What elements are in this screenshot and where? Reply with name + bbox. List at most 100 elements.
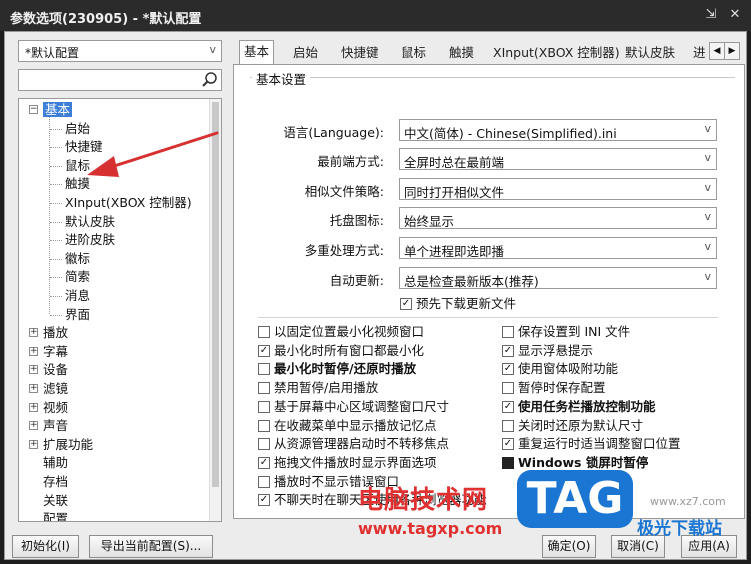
checkbox-box[interactable] [502, 382, 514, 395]
tab-2[interactable]: 快捷键 [337, 42, 383, 64]
scroll-thumb[interactable] [212, 102, 219, 487]
tree-item-label: 滤镜 [43, 381, 69, 396]
tree-scrollbar[interactable] [209, 99, 221, 521]
option-label: 显示浮悬提示 [518, 342, 594, 358]
tab-0[interactable]: 基本 [239, 40, 275, 65]
checkmark-icon[interactable]: ✓ [502, 363, 514, 376]
tree-item-child[interactable]: XInput(XBOX 控制器) [65, 194, 192, 212]
tab-strip: ◀ ▶ 基本 启始 快捷键 鼠标 触摸 XInput(XBOX 控制器) 默认皮肤进 [233, 40, 745, 65]
tree-item-leaf[interactable]: 存档 [43, 473, 68, 491]
tab-5[interactable]: XInput(XBOX 控制器) [489, 42, 624, 64]
tab-4[interactable]: 触摸 [445, 42, 478, 64]
setting-dropdown[interactable]: 同时打开相似文件 v [399, 178, 717, 200]
export-config-button[interactable]: 导出当前配置(S)... [89, 535, 213, 558]
setting-dropdown[interactable]: 总是检查最新版本(推荐) v [399, 267, 717, 289]
setting-label: 语言(Language): [283, 125, 384, 140]
checkbox-box[interactable] [258, 475, 270, 488]
tree-item-leaf[interactable]: 辅助 [43, 454, 68, 472]
tree-item-child[interactable]: 鼠标 [65, 157, 90, 175]
option-label: 保存设置到 INI 文件 [518, 324, 631, 339]
option-label: 拖拽文件播放时显示界面选项 [274, 454, 437, 470]
setting-dropdown[interactable]: 单个进程即选即播 v [399, 237, 717, 259]
tree-item-child[interactable]: 触摸 [65, 175, 90, 193]
tab-right-icon[interactable]: ▶ [724, 42, 740, 60]
checkmark-icon[interactable]: ✓ [258, 344, 270, 357]
checkbox-box[interactable] [258, 382, 270, 395]
tree-item-child[interactable]: 界面 [65, 306, 90, 324]
setting-label: 多重处理方式: [304, 243, 384, 258]
checkmark-icon[interactable]: ✓ [502, 344, 514, 357]
title-bar: 参数选项(230905) - *默认配置 ⇲ ✕ [0, 0, 751, 31]
checkbox-box[interactable] [258, 400, 270, 413]
setting-dropdown[interactable]: 全屏时总在最前端 v [399, 148, 717, 170]
option-label: 暂停时保存配置 [518, 380, 606, 396]
tree-item-leaf[interactable]: 关联 [43, 492, 68, 510]
expand-icon[interactable]: + [29, 328, 38, 338]
checkbox-box[interactable] [502, 326, 514, 338]
checkmark-icon[interactable]: ✓ [400, 298, 412, 310]
option-label: 使用任务栏播放控制功能 [518, 398, 656, 414]
init-button[interactable]: 初始化(I) [12, 535, 79, 558]
tree-item-child[interactable]: 快捷键 [65, 138, 103, 156]
tree-item-group[interactable]: 声音 [43, 417, 68, 435]
tree-item-label: 设备 [43, 362, 69, 378]
tree-item-leaf[interactable]: 配置 [43, 510, 69, 522]
preset-select[interactable]: *默认配置 v [18, 40, 222, 62]
checkbox-box[interactable] [258, 326, 270, 338]
checkbox-box[interactable] [502, 456, 514, 469]
tree-item-child[interactable]: 消息 [65, 287, 90, 305]
collapse-icon[interactable]: − [29, 105, 38, 114]
tree-item-group[interactable]: 滤镜 [43, 380, 68, 398]
checkmark-icon[interactable]: ✓ [258, 494, 270, 507]
dropdown-value: 全屏时总在最前端 [404, 155, 505, 170]
pin-icon[interactable]: ⇲ [702, 6, 720, 24]
checkmark-icon[interactable]: ✓ [258, 456, 270, 469]
expand-icon[interactable]: + [29, 439, 38, 449]
tree-item-group[interactable]: 设备 [43, 361, 68, 379]
tree-item-group[interactable]: 视频 [43, 399, 68, 417]
tree-item-group[interactable]: 扩展功能 [43, 436, 93, 454]
tree-item-child[interactable]: 默认皮肤 [65, 213, 115, 231]
checkbox-box[interactable] [258, 363, 270, 376]
ok-button[interactable]: 确定(O) [542, 535, 596, 558]
checkmark-icon[interactable]: ✓ [502, 438, 514, 451]
tree-item-label: 简索 [65, 269, 91, 285]
tree-item-label: 鼠标 [65, 157, 91, 173]
tree-item-label: 界面 [65, 306, 91, 322]
expand-icon[interactable]: + [29, 384, 38, 393]
tab-left-icon[interactable]: ◀ [709, 42, 725, 60]
tree-item-group[interactable]: 播放 [43, 324, 68, 342]
settings-tree[interactable]: − 基本 启始 快捷键 鼠标触摸 XInput(XBOX 控制器) 默认皮肤 进阶皮肤 徽标 简索… [18, 98, 222, 522]
close-icon[interactable]: ✕ [726, 6, 744, 24]
dropdown-value: 中文(简体) - Chinese(Simplified).ini [404, 126, 617, 141]
tree-item-label: 配置 [43, 511, 69, 522]
tab-3[interactable]: 鼠标 [397, 42, 430, 64]
chevron-down-icon: v [209, 43, 216, 56]
setting-label: 托盘图标: [329, 213, 384, 228]
tree-item-child[interactable]: 徽标 [65, 250, 90, 268]
expand-icon[interactable]: + [29, 346, 38, 356]
expand-icon[interactable]: + [29, 421, 38, 431]
search-input[interactable] [18, 69, 222, 91]
tree-item-child[interactable]: 进阶皮肤 [65, 231, 115, 249]
setting-dropdown[interactable]: 始终显示 v [399, 207, 717, 229]
checkbox-box[interactable] [258, 438, 270, 451]
chevron-down-icon: v [704, 210, 711, 223]
tab-6[interactable]: 默认皮肤 [621, 42, 679, 64]
checkbox-box[interactable] [258, 419, 270, 432]
tab-1[interactable]: 启始 [289, 42, 322, 64]
expand-icon[interactable]: + [29, 402, 38, 412]
tree-item-label: 触摸 [65, 176, 91, 192]
setting-dropdown[interactable]: 中文(简体) - Chinese(Simplified).ini v [399, 119, 717, 141]
expand-icon[interactable]: + [29, 365, 38, 375]
checkmark-icon[interactable]: ✓ [502, 400, 514, 413]
checkbox-box[interactable] [502, 419, 514, 432]
tree-item-child[interactable]: 启始 [65, 120, 90, 138]
tree-line [50, 277, 62, 279]
tab-7[interactable]: 进 [689, 42, 710, 64]
search-icon[interactable] [201, 71, 219, 89]
tree-item-basic[interactable]: 基本 [43, 101, 73, 119]
tree-item-group[interactable]: 字幕 [43, 343, 68, 361]
tree-item-child[interactable]: 简索 [65, 268, 90, 286]
option-label: 最小化时所有窗口都最小化 [274, 342, 425, 358]
